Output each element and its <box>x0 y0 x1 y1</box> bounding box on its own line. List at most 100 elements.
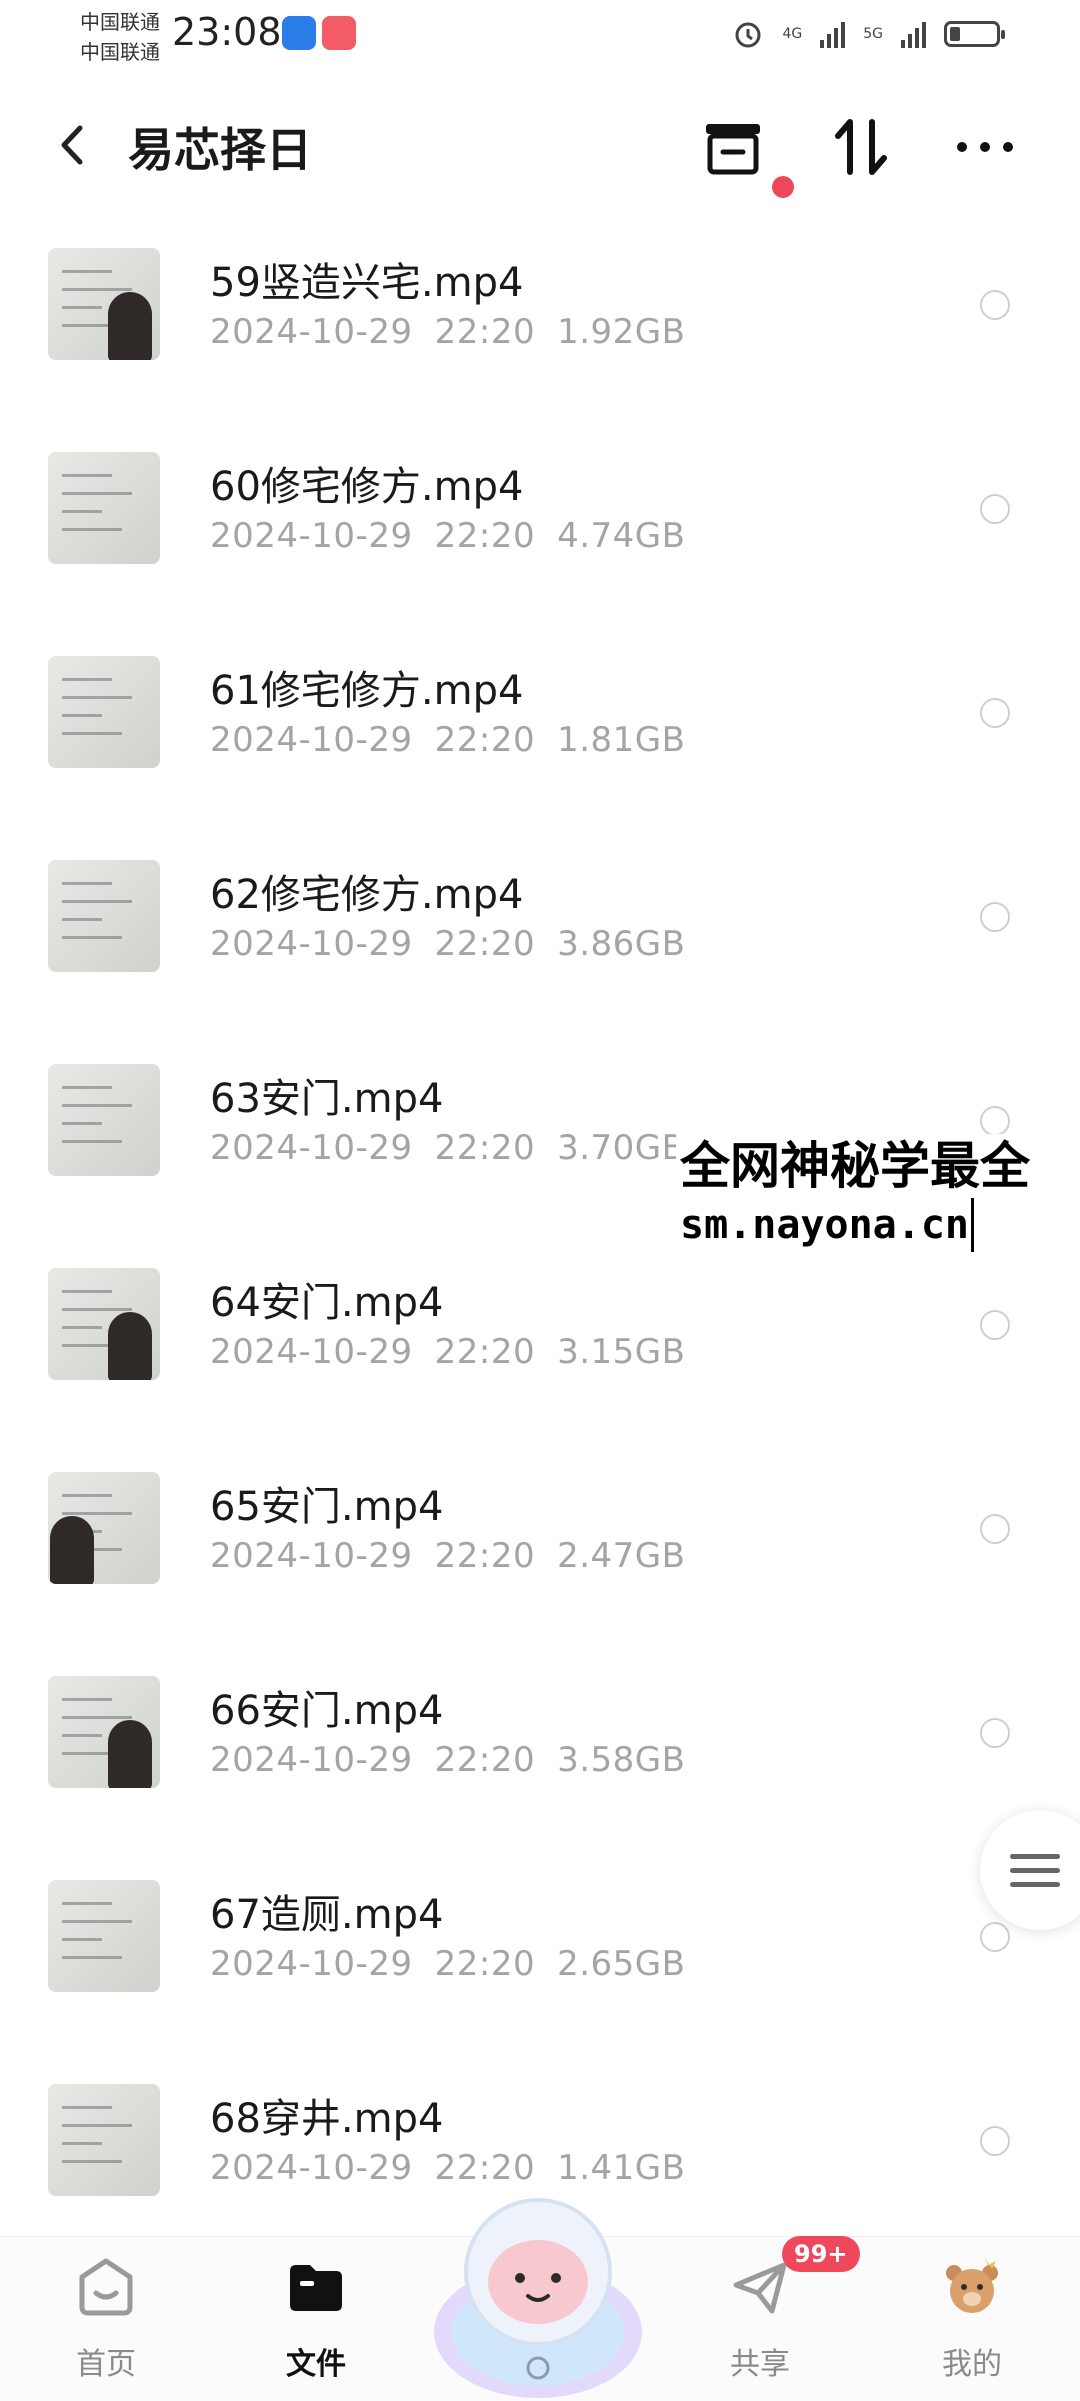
file-meta: 2024-10-29 22:20 2.47GB <box>210 1536 685 1576</box>
share-count-badge: 99+ <box>782 2236 860 2272</box>
notification-dot <box>772 176 794 198</box>
video-thumbnail <box>48 656 160 768</box>
file-name: 63安门.mp4 <box>210 1076 444 1122</box>
archive-icon[interactable] <box>698 112 768 182</box>
video-thumbnail <box>48 1472 160 1584</box>
video-thumbnail <box>48 860 160 972</box>
file-row[interactable]: 65安门.mp4 2024-10-29 22:20 2.47GB <box>0 1434 1080 1638</box>
select-checkbox[interactable] <box>980 1718 1010 1748</box>
sort-icon[interactable] <box>828 112 898 182</box>
video-thumbnail <box>48 1676 160 1788</box>
file-name: 68穿井.mp4 <box>210 2096 444 2142</box>
status-bar: 中国联通 中国联通 23:08 4G 5G <box>0 0 1080 80</box>
file-time: 22:20 <box>434 312 536 352</box>
back-arrow-icon[interactable] <box>52 120 92 170</box>
more-options-icon[interactable] <box>950 112 1020 182</box>
folder-icon <box>290 2265 342 2311</box>
file-date: 2024-10-29 <box>210 1536 413 1576</box>
carrier-2: 中国联通 <box>80 40 160 64</box>
file-date: 2024-10-29 <box>210 516 413 556</box>
file-time: 22:20 <box>434 1944 536 1984</box>
select-checkbox[interactable] <box>980 1310 1010 1340</box>
assistant-mascot-button[interactable] <box>428 2182 648 2400</box>
file-meta: 2024-10-29 22:20 2.65GB <box>210 1944 685 1984</box>
paper-plane-icon <box>733 2262 787 2314</box>
file-row[interactable]: 64安门.mp4 2024-10-29 22:20 3.15GB <box>0 1230 1080 1434</box>
file-size: 3.58GB <box>557 1740 686 1780</box>
status-indicators: 4G 5G <box>732 18 1005 50</box>
file-meta: 2024-10-29 22:20 1.81GB <box>210 720 685 760</box>
tab-mine[interactable]: 我的 <box>902 2255 1042 2383</box>
select-checkbox[interactable] <box>980 1514 1010 1544</box>
watermark-line-2: sm.nayona.cn <box>680 1198 974 1252</box>
top-bar: 易芯择日 <box>0 90 1080 200</box>
bear-avatar-icon <box>946 2257 998 2313</box>
select-checkbox[interactable] <box>980 1922 1010 1952</box>
file-size: 1.92GB <box>557 312 686 352</box>
video-thumbnail <box>48 2084 160 2196</box>
file-meta: 2024-10-29 22:20 4.74GB <box>210 516 685 556</box>
select-checkbox[interactable] <box>980 2126 1010 2156</box>
file-size: 1.81GB <box>557 720 686 760</box>
file-meta: 2024-10-29 22:20 3.86GB <box>210 924 685 964</box>
file-time: 22:20 <box>434 1128 536 1168</box>
file-meta: 2024-10-29 22:20 3.70GB <box>210 1128 685 1168</box>
status-time: 23:08 <box>172 10 282 54</box>
file-time: 22:20 <box>434 720 536 760</box>
file-name: 66安门.mp4 <box>210 1688 444 1734</box>
page-title: 易芯择日 <box>128 123 312 177</box>
video-thumbnail <box>48 248 160 360</box>
battery-icon <box>944 21 1005 47</box>
tab-share[interactable]: 共享 <box>690 2255 830 2383</box>
tab-share-label: 共享 <box>730 2347 790 2382</box>
file-size: 2.65GB <box>557 1944 686 1984</box>
file-row[interactable]: 62修宅修方.mp4 2024-10-29 22:20 3.86GB <box>0 822 1080 1026</box>
file-name: 61修宅修方.mp4 <box>210 668 524 714</box>
file-date: 2024-10-29 <box>210 1128 413 1168</box>
file-row[interactable]: 61修宅修方.mp4 2024-10-29 22:20 1.81GB <box>0 618 1080 822</box>
video-thumbnail <box>48 452 160 564</box>
file-size: 3.15GB <box>557 1332 686 1372</box>
file-size: 2.47GB <box>557 1536 686 1576</box>
file-size: 3.86GB <box>557 924 686 964</box>
file-time: 22:20 <box>434 1740 536 1780</box>
file-row[interactable]: 66安门.mp4 2024-10-29 22:20 3.58GB <box>0 1638 1080 1842</box>
file-size: 3.70GB <box>557 1128 686 1168</box>
carrier-1: 中国联通 <box>80 10 160 34</box>
signal-icon <box>820 20 846 48</box>
video-thumbnail <box>48 1268 160 1380</box>
watermark-line-1: 全网神秘学最全 <box>680 1137 1030 1195</box>
app-notification-icon <box>282 16 316 50</box>
tab-home-label: 首页 <box>76 2347 136 2382</box>
select-checkbox[interactable] <box>980 902 1010 932</box>
file-size: 4.74GB <box>557 516 686 556</box>
app-notification-icon-2 <box>322 16 356 50</box>
file-time: 22:20 <box>434 516 536 556</box>
home-icon <box>79 2258 133 2316</box>
file-date: 2024-10-29 <box>210 1944 413 1984</box>
tab-files-label: 文件 <box>286 2347 346 2382</box>
file-date: 2024-10-29 <box>210 924 413 964</box>
file-name: 64安门.mp4 <box>210 1280 444 1326</box>
tab-files[interactable]: 文件 <box>246 2255 386 2383</box>
select-checkbox[interactable] <box>980 494 1010 524</box>
file-time: 22:20 <box>434 924 536 964</box>
file-name: 67造厕.mp4 <box>210 1892 444 1938</box>
file-date: 2024-10-29 <box>210 720 413 760</box>
file-date: 2024-10-29 <box>210 312 413 352</box>
select-checkbox[interactable] <box>980 290 1010 320</box>
file-row[interactable]: 59竖造兴宅.mp4 2024-10-29 22:20 1.92GB <box>0 210 1080 414</box>
signal-icon-2 <box>901 20 926 48</box>
net-label-1: 4G <box>782 26 803 42</box>
file-meta: 2024-10-29 22:20 1.92GB <box>210 312 685 352</box>
file-meta: 2024-10-29 22:20 3.15GB <box>210 1332 685 1372</box>
file-time: 22:20 <box>434 1536 536 1576</box>
file-name: 62修宅修方.mp4 <box>210 872 524 918</box>
tab-mine-label: 我的 <box>942 2347 1002 2382</box>
select-checkbox[interactable] <box>980 698 1010 728</box>
file-row[interactable]: 60修宅修方.mp4 2024-10-29 22:20 4.74GB <box>0 414 1080 618</box>
file-row[interactable]: 67造厕.mp4 2024-10-29 22:20 2.65GB <box>0 1842 1080 2046</box>
alarm-icon <box>735 22 761 48</box>
tab-home[interactable]: 首页 <box>36 2255 176 2383</box>
select-checkbox[interactable] <box>980 1106 1010 1136</box>
